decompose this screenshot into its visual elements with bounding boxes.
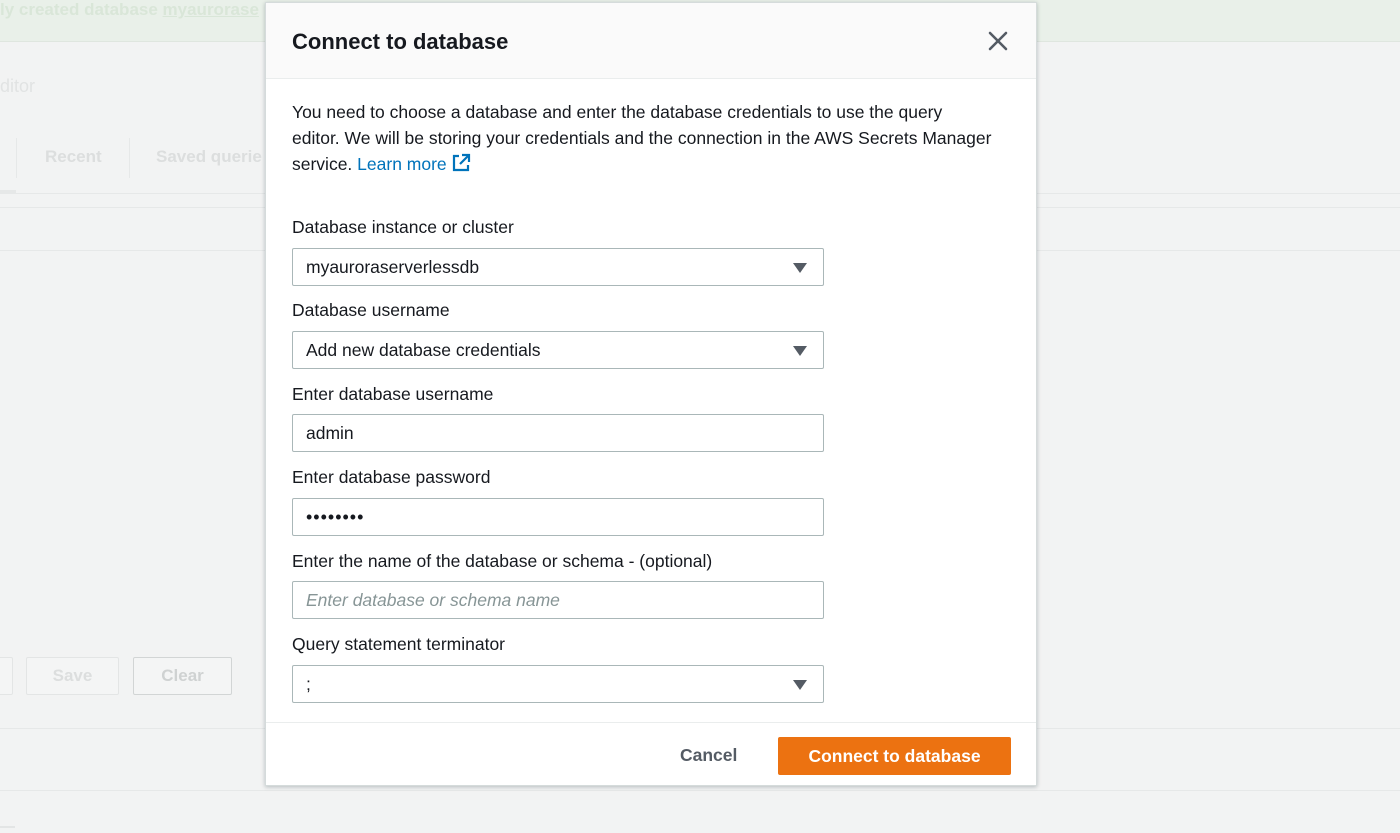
username-select-value: Add new database credentials (306, 339, 541, 360)
save-button[interactable]: Save (26, 657, 119, 695)
modal-title: Connect to database (292, 29, 509, 54)
success-banner-text: ly created database myaurorase (0, 0, 265, 22)
learn-more-link[interactable]: Learn more (357, 153, 471, 174)
external-link-icon (452, 153, 470, 172)
connect-to-database-button[interactable]: Connect to database (778, 737, 1011, 775)
caret-down-icon (793, 263, 807, 273)
scroll-indicator (0, 826, 15, 828)
divider (0, 790, 1400, 791)
tab-divider (16, 138, 17, 178)
terminator-select[interactable]: ; (292, 665, 824, 703)
password-input[interactable]: •••••••• (292, 498, 824, 536)
schema-input-label: Enter the name of the database or schema… (292, 551, 713, 571)
connect-database-modal: Connect to database You need to choose a… (265, 2, 1037, 786)
caret-down-icon (793, 346, 807, 356)
clear-button[interactable]: Clear (133, 657, 232, 695)
modal-header: Connect to database (266, 3, 1036, 79)
banner-database-link[interactable]: myaurorase (163, 0, 259, 19)
username-select[interactable]: Add new database credentials (292, 331, 824, 369)
tab-saved-queries[interactable]: Saved querie (156, 147, 262, 167)
banner-prefix: ly created database (0, 0, 163, 19)
instance-select[interactable]: myauroraserverlessdb (292, 248, 824, 286)
learn-more-label: Learn more (357, 154, 447, 174)
tab-divider (129, 138, 130, 178)
close-button[interactable] (984, 27, 1012, 55)
password-masked-value: •••••••• (306, 506, 365, 527)
username-input-label: Enter database username (292, 384, 494, 404)
run-button[interactable] (0, 657, 13, 695)
password-input-label: Enter database password (292, 467, 491, 487)
tab-recent[interactable]: Recent (45, 147, 102, 167)
username-input[interactable]: admin (292, 414, 824, 452)
modal-footer: Cancel Connect to database (266, 722, 1036, 785)
username-input-value: admin (306, 422, 354, 443)
instance-select-value: myauroraserverlessdb (306, 256, 480, 277)
schema-input[interactable] (292, 581, 824, 619)
instance-label: Database instance or cluster (292, 217, 514, 237)
active-tab-indicator (0, 190, 16, 193)
terminator-select-value: ; (306, 673, 311, 694)
editor-heading: ditor (0, 76, 36, 96)
caret-down-icon (793, 680, 807, 690)
cancel-button[interactable]: Cancel (680, 745, 737, 766)
modal-description: You need to choose a database and enter … (292, 99, 992, 177)
terminator-label: Query statement terminator (292, 634, 505, 654)
username-select-label: Database username (292, 300, 450, 320)
close-icon (988, 31, 1008, 51)
